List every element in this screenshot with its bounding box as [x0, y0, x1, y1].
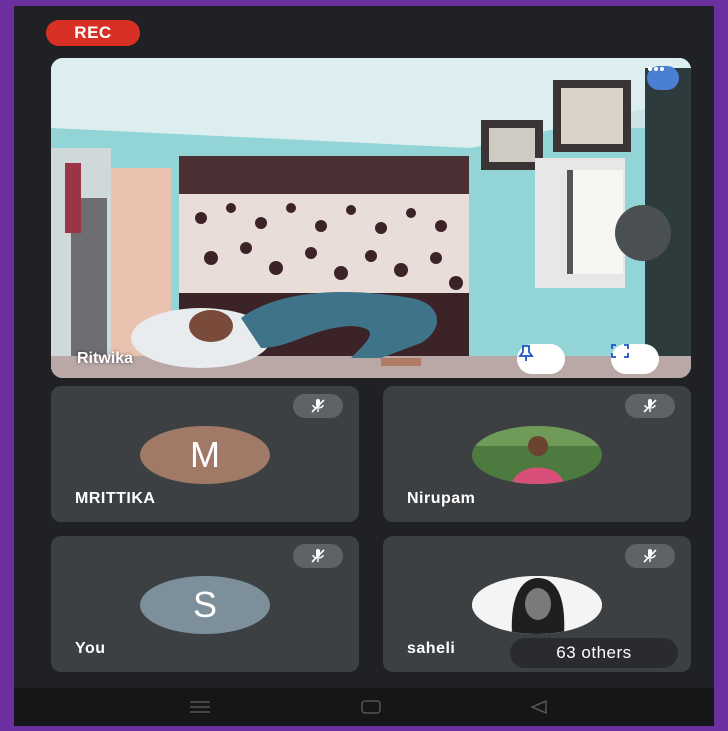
- profile-photo: [472, 426, 602, 484]
- participant-tile[interactable]: M MRITTIKA: [51, 386, 359, 522]
- participant-tile[interactable]: Nirupam: [383, 386, 691, 522]
- mic-off-icon: [643, 549, 657, 563]
- participant-name: MRITTIKA: [75, 490, 156, 507]
- main-participant-name: Ritwika: [77, 350, 134, 367]
- fullscreen-icon: [611, 344, 629, 358]
- mic-off-icon: [643, 399, 657, 413]
- mic-off-icon: [311, 399, 325, 413]
- avatar: M: [140, 426, 270, 484]
- mic-muted-indicator: [293, 394, 343, 418]
- profile-photo: [472, 576, 602, 634]
- mic-muted-indicator: [293, 544, 343, 568]
- mic-off-icon: [311, 549, 325, 563]
- more-options-icon: [648, 67, 664, 71]
- home-icon[interactable]: [360, 698, 382, 716]
- more-options-button[interactable]: [647, 66, 679, 90]
- avatar-photo: [472, 426, 602, 484]
- participant-tile[interactable]: S You: [51, 536, 359, 672]
- participant-name: saheli: [407, 640, 456, 657]
- avatar-photo: [472, 576, 602, 634]
- fullscreen-button[interactable]: [611, 344, 659, 374]
- system-nav-bar: [14, 688, 714, 726]
- back-icon[interactable]: [528, 698, 550, 716]
- recents-icon[interactable]: [188, 698, 212, 716]
- avatar: S: [140, 576, 270, 634]
- video-frame: [51, 58, 691, 378]
- others-count-button[interactable]: 63 others: [510, 638, 678, 668]
- participant-name: You: [75, 640, 106, 657]
- pin-button[interactable]: [517, 344, 565, 374]
- participant-name: Nirupam: [407, 490, 476, 507]
- mic-muted-indicator: [625, 394, 675, 418]
- recording-badge: REC: [46, 20, 140, 46]
- pin-icon: [518, 345, 534, 361]
- meeting-screen: REC Ritwika M MRITTIKA Nirupam S You sah…: [14, 6, 714, 726]
- mic-muted-indicator: [625, 544, 675, 568]
- main-video-tile[interactable]: Ritwika: [51, 58, 691, 378]
